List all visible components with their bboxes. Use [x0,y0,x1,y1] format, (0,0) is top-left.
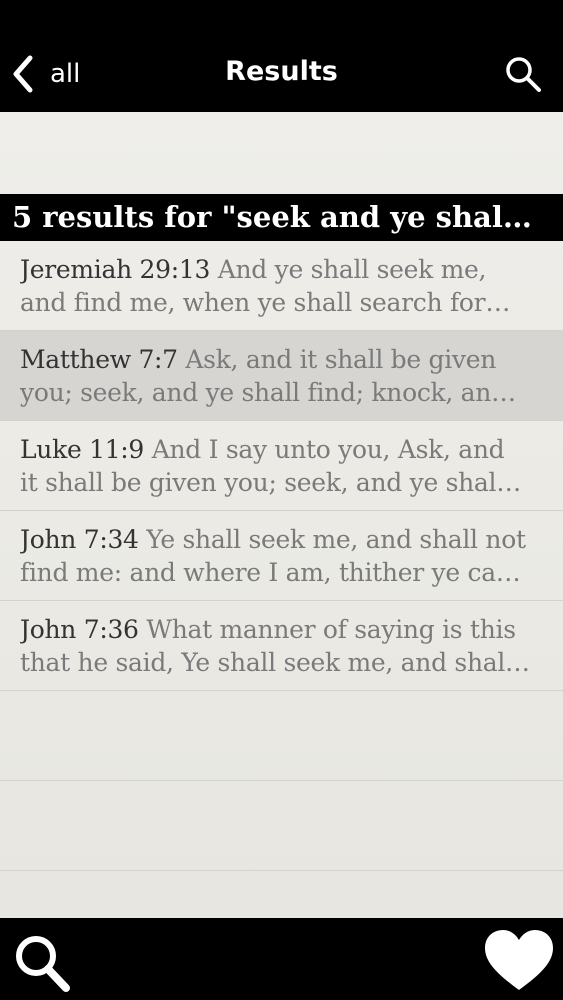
empty-row [0,691,563,781]
result-reference: Luke 11:9 [20,435,145,464]
result-verse-start: And ye shall seek me, [210,255,487,284]
result-reference: Jeremiah 29:13 [20,255,211,284]
results-content: 5 results for "seek and ye shal… Jeremia… [0,112,563,918]
result-reference: Matthew 7:7 [20,345,178,374]
navigation-bar: all Results [0,0,563,112]
page-title: Results [225,56,338,87]
result-line-2: find me: and where I am, thither ye ca… [20,558,521,587]
result-line-1: Matthew 7:7 Ask, and it shall be given [20,343,543,376]
result-line-2: you; seek, and ye shall find; knock, an… [20,378,516,407]
heart-icon[interactable] [483,928,555,994]
result-verse-start: Ye shall seek me, and shall not [138,525,526,554]
result-row-john-7-36[interactable]: John 7:36 What manner of saying is this … [0,601,563,691]
result-verse-start: And I say unto you, Ask, and [144,435,505,464]
result-row-matthew-7-7[interactable]: Matthew 7:7 Ask, and it shall be given y… [0,331,563,421]
result-verse-start: Ask, and it shall be given [177,345,497,374]
results-section-header: 5 results for "seek and ye shal… [0,194,563,241]
result-line-1: John 7:34 Ye shall seek me, and shall no… [20,523,543,556]
result-row-john-7-34[interactable]: John 7:34 Ye shall seek me, and shall no… [0,511,563,601]
result-line-1: Luke 11:9 And I say unto you, Ask, and [20,433,543,466]
results-list: Jeremiah 29:13 And ye shall seek me, and… [0,241,563,871]
result-line-2: and find me, when ye shall search for… [20,288,511,317]
search-icon[interactable] [12,930,72,994]
result-line-2: it shall be given you; seek, and ye shal… [20,468,521,497]
result-line-1: John 7:36 What manner of saying is this [20,613,543,646]
result-row-luke-11-9[interactable]: Luke 11:9 And I say unto you, Ask, and i… [0,421,563,511]
tab-bar [0,918,563,1000]
result-row-jeremiah-29-13[interactable]: Jeremiah 29:13 And ye shall seek me, and… [0,241,563,331]
search-icon[interactable] [503,54,543,94]
result-reference: John 7:36 [20,615,139,644]
result-reference: John 7:34 [20,525,139,554]
result-verse-start: What manner of saying is this [138,615,516,644]
result-line-1: Jeremiah 29:13 And ye shall seek me, [20,253,543,286]
result-line-2: that he said, Ye shall seek me, and shal… [20,648,530,677]
empty-row [0,781,563,871]
